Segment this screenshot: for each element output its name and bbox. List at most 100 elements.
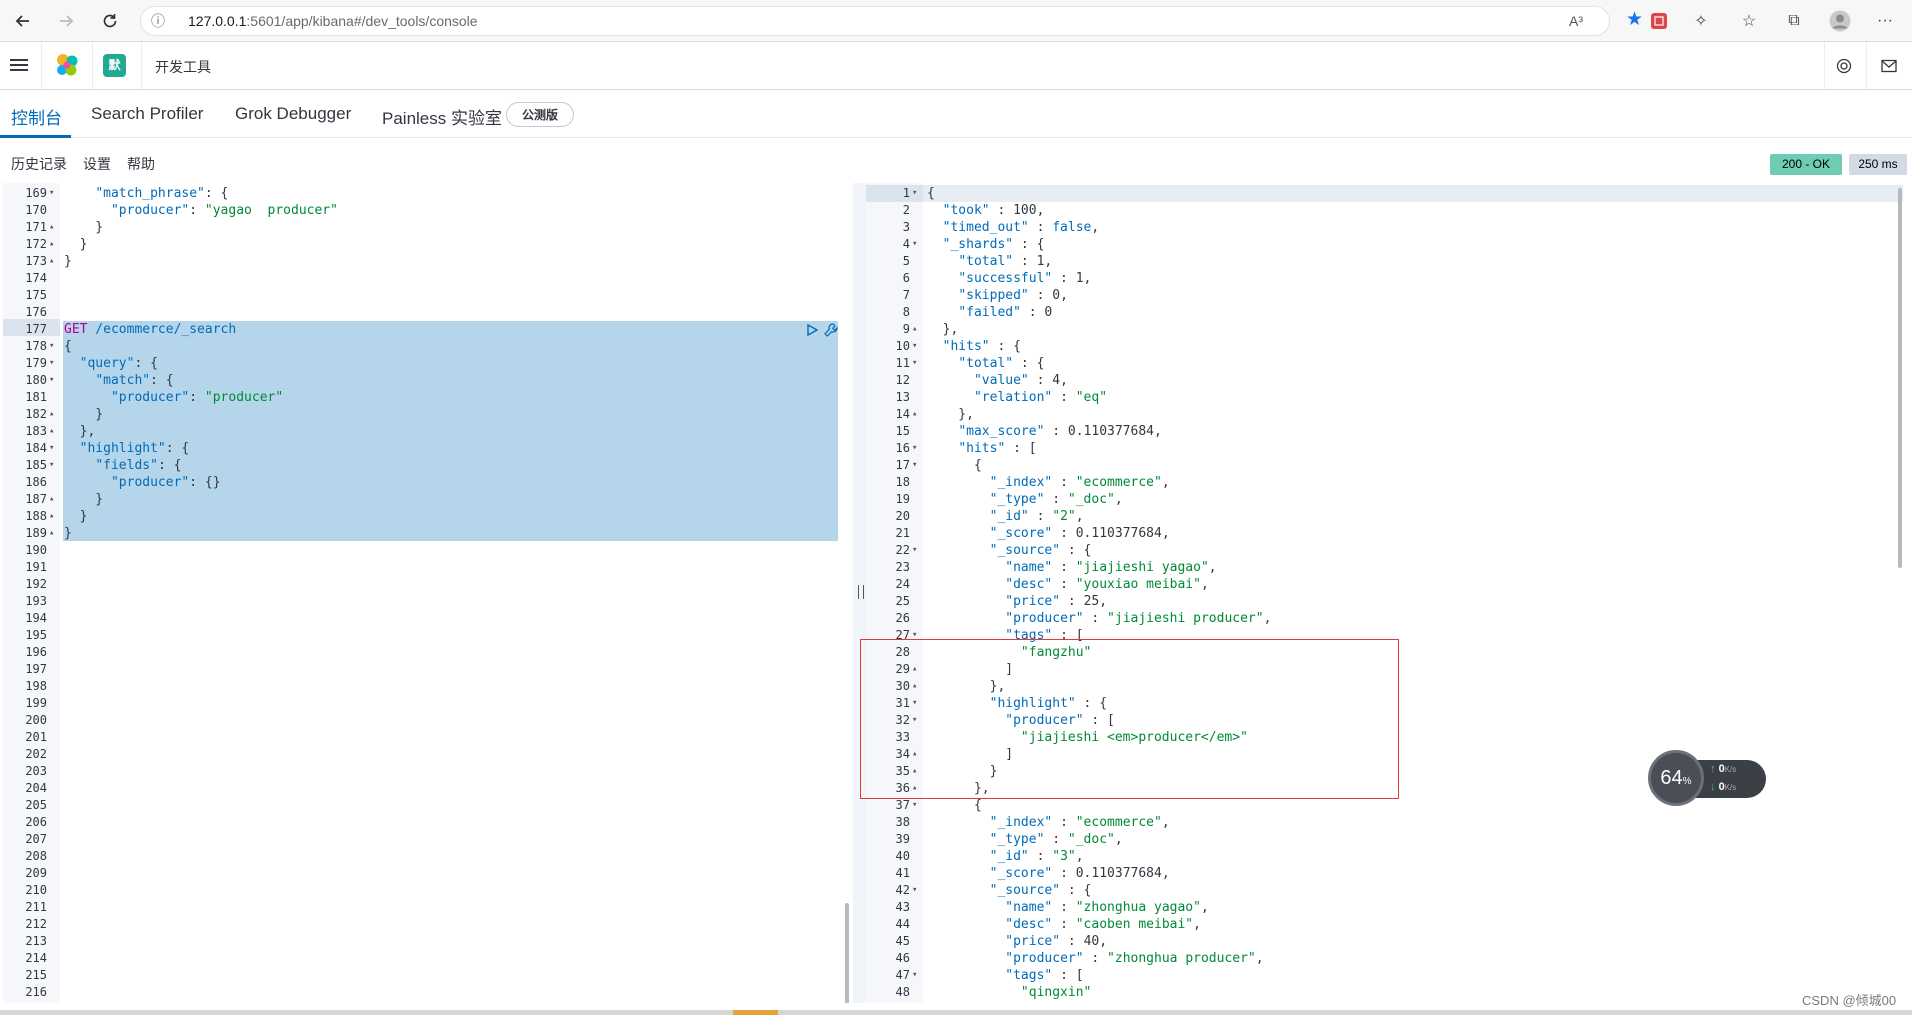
tab-painless-lab[interactable]: Painless 实验室 [382,104,502,129]
fold-caret-up-icon[interactable]: ▴ [49,423,54,440]
fold-caret-down-icon[interactable]: ▾ [912,185,917,202]
response-line: 1 ▾ { [866,185,1912,202]
request-line: 172 ▴ } [3,236,853,253]
line-number: 181 [25,390,47,404]
fold-caret-down-icon[interactable]: ▾ [912,457,917,474]
response-line: 10 ▾ "hits" : { [866,338,1912,355]
response-line: 42 ▾ "_source" : { [866,882,1912,899]
taskbar-strip [0,1010,1912,1015]
line-number: 4 [902,237,910,251]
fold-caret-down-icon[interactable]: ▾ [49,440,54,457]
fold-caret-up-icon[interactable]: ▴ [912,406,917,423]
fold-caret-down-icon[interactable]: ▾ [912,338,917,355]
code-text: "producer": "yagao producer" [110,203,338,218]
line-number: 200 [25,713,47,727]
response-scrollbar[interactable] [1898,188,1902,568]
line-number: 179 [25,356,47,370]
code-text: "desc" : "youxiao meibai", [1005,577,1209,592]
line-number: 42 [895,883,910,897]
extensions-puzzle-icon[interactable]: ✧ [1690,10,1712,32]
line-number: 13 [895,390,910,404]
url-host: 127.0.0.1 [188,13,247,29]
more-menu-icon[interactable]: ··· [1874,10,1896,32]
fold-caret-down-icon[interactable]: ▾ [49,185,54,202]
site-info-icon[interactable]: ⓘ [151,7,165,35]
fold-caret-down-icon[interactable]: ▾ [912,967,917,984]
resizer-grip-icon[interactable] [858,585,864,599]
pane-resizer[interactable] [853,183,866,1003]
extension-icon[interactable] [1648,10,1670,32]
fold-caret-down-icon[interactable]: ▾ [912,882,917,899]
tab-grok-debugger[interactable]: Grok Debugger [235,104,351,124]
line-number: 21 [895,526,910,540]
code-text: "_score" : 0.110377684, [989,866,1170,881]
read-aloud-icon[interactable]: A³ [1569,7,1583,35]
back-button[interactable] [10,8,36,34]
request-line: 209 [3,865,853,882]
kibana-logo-icon[interactable] [54,52,80,78]
code-text: "producer" : "jiajieshi producer", [1005,611,1272,626]
menu-toggle-icon[interactable] [10,56,28,74]
code-text: "hits" : [ [958,441,1037,456]
request-line: 212 [3,916,853,933]
forward-button[interactable] [53,8,79,34]
line-number: 3 [902,220,910,234]
download-arrow-icon: ↓ [1710,781,1716,793]
fold-caret-down-icon[interactable]: ▾ [49,338,54,355]
code-text: "producer": {} [110,475,221,490]
fold-caret-down-icon[interactable]: ▾ [912,355,917,372]
line-number: 16 [895,441,910,455]
fold-caret-down-icon[interactable]: ▾ [912,542,917,559]
fold-caret-up-icon[interactable]: ▴ [49,406,54,423]
browser-toolbar: ⓘ 127.0.0.1:5601/app/kibana#/dev_tools/c… [0,0,1912,42]
fold-caret-up-icon[interactable]: ▴ [49,491,54,508]
request-line: 198 [3,678,853,695]
fold-caret-down-icon[interactable]: ▾ [49,372,54,389]
response-viewer[interactable]: 1 ▾{2 "took" : 100, 3 "timed_out" : false,… [866,183,1912,1003]
favorite-star-icon[interactable]: ★ [1626,6,1643,34]
line-number: 190 [25,543,47,557]
collections-icon[interactable]: ⧉ [1783,10,1805,32]
fold-caret-up-icon[interactable]: ▴ [49,219,54,236]
arrow-right-icon [60,15,74,27]
beta-badge: 公测版 [506,102,574,127]
help-support-icon[interactable] [1834,56,1854,76]
fold-caret-up-icon[interactable]: ▴ [49,253,54,270]
help-link[interactable]: 帮助 [127,154,155,174]
fold-caret-up-icon[interactable]: ▴ [49,508,54,525]
request-editor[interactable]: 169 ▾ "match_phrase": {170 "producer": "y… [3,183,853,1003]
line-number: 209 [25,866,47,880]
fold-caret-down-icon[interactable]: ▾ [912,236,917,253]
line-number: 46 [895,951,910,965]
refresh-button[interactable] [97,8,123,34]
fold-caret-down-icon[interactable]: ▾ [49,457,54,474]
request-line: 178 ▾ { [3,338,853,355]
line-number: 173 [25,254,47,268]
tab-console[interactable]: 控制台 [11,104,62,129]
line-number: 215 [25,968,47,982]
fold-caret-up-icon[interactable]: ▴ [49,525,54,542]
fold-caret-down-icon[interactable]: ▾ [912,440,917,457]
request-line: 194 [3,610,853,627]
request-line: 196 [3,644,853,661]
code-text: "_id" : "3", [989,849,1084,864]
newsfeed-mail-icon[interactable] [1879,56,1899,76]
fold-caret-down-icon[interactable]: ▾ [49,355,54,372]
response-line: 11 ▾ "total" : { [866,355,1912,372]
memory-percent: 64 [1660,767,1683,789]
profile-avatar-icon[interactable] [1829,10,1851,32]
tab-search-profiler[interactable]: Search Profiler [91,104,203,124]
fold-caret-down-icon[interactable]: ▾ [912,797,917,814]
response-line: 5 "total" : 1, [866,253,1912,270]
line-number: 213 [25,934,47,948]
fold-caret-up-icon[interactable]: ▴ [49,236,54,253]
history-link[interactable]: 历史记录 [11,154,67,174]
code-text: "failed" : 0 [958,305,1053,320]
download-speed: ↓ 0K/s [1710,781,1736,793]
network-speed-widget[interactable]: ↑ 0K/s ↓ 0K/s 64% [1648,750,1766,806]
favorites-icon[interactable]: ☆ [1738,10,1760,32]
fold-caret-up-icon[interactable]: ▴ [912,321,917,338]
settings-link[interactable]: 设置 [83,154,111,174]
space-avatar[interactable]: 默 [103,54,126,77]
address-bar[interactable]: ⓘ 127.0.0.1:5601/app/kibana#/dev_tools/c… [140,6,1643,36]
